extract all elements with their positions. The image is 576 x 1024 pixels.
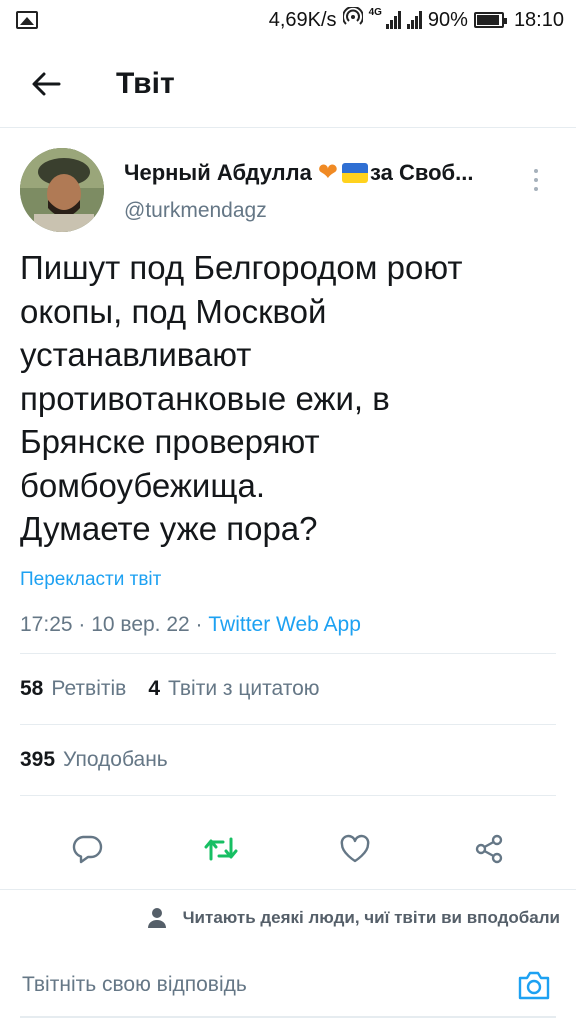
source-app-link[interactable]: Twitter Web App [208,613,361,636]
arrow-left-icon [32,72,61,95]
page-title: Твіт [116,66,175,100]
retweet-icon [204,837,238,860]
share-button[interactable] [459,819,519,879]
more-options-button[interactable] [524,160,548,200]
reply-audience-notice: Читають деякі люди, чиї твіти ви вподоба… [0,890,576,946]
quotes-stat[interactable]: 4 Твіти з цитатою [148,677,319,701]
author-row: Черный Абдулла ❤ за Своб... @turkmendagz [20,128,556,236]
tweet-timestamp: 17:25 · 10 вер. 22 · [20,612,209,636]
user-handle[interactable]: @turkmendagz [124,199,524,223]
display-name-suffix: за Своб... [369,159,474,185]
reply-underline [20,1016,556,1018]
back-button[interactable] [16,54,76,114]
image-notification-icon [16,11,38,29]
person-icon [147,908,166,928]
likes-stats-row: 395 Уподобань [20,725,556,795]
reply-button[interactable] [57,819,117,879]
translate-tweet-link[interactable]: Перекласти твіт [20,569,161,591]
tweet-detail: Черный Абдулла ❤ за Своб... @turkmendagz… [0,128,576,902]
action-bar [20,796,556,902]
likes-stat[interactable]: 395 Уподобань [20,748,168,772]
orange-heart-icon: ❤ [317,159,338,186]
battery-icon [473,12,507,28]
tweet-meta: 17:25 · 10 вер. 22 · Twitter Web App [20,613,556,653]
camera-button[interactable] [514,965,554,1005]
signal-icon-2 [406,11,422,29]
display-name[interactable]: Черный Абдулла ❤ за Своб... [124,158,524,187]
status-bar: 4,69K/s 4G 90% 18:10 [0,0,576,40]
ukraine-flag-icon [341,162,368,183]
share-icon [475,834,503,863]
reply-input[interactable] [22,973,514,997]
retweet-stats-row: 58 Ретвітів 4 Твіти з цитатою [20,654,556,724]
header: Твіт [0,40,576,128]
tweet-text: Пишут под Белгородом роют окопы, под Мос… [20,249,463,547]
display-name-text: Черный Абдулла [124,159,312,185]
notice-text: Читають деякі люди, чиї твіти ви вподоба… [182,908,560,927]
signal-icon [385,11,401,29]
network-speed: 4,69K/s [268,8,337,31]
clock: 18:10 [513,8,564,31]
avatar[interactable] [20,148,104,232]
heart-icon [340,834,370,862]
like-button[interactable] [325,819,385,879]
comment-icon [72,835,103,863]
network-type: 4G [368,7,382,18]
battery-percent: 90% [427,8,468,31]
retweet-button[interactable] [191,819,251,879]
retweets-stat[interactable]: 58 Ретвітів [20,677,126,701]
more-vertical-icon [534,169,538,173]
reply-bar [0,946,576,1024]
camera-icon [518,971,550,1000]
hotspot-icon [341,5,364,33]
